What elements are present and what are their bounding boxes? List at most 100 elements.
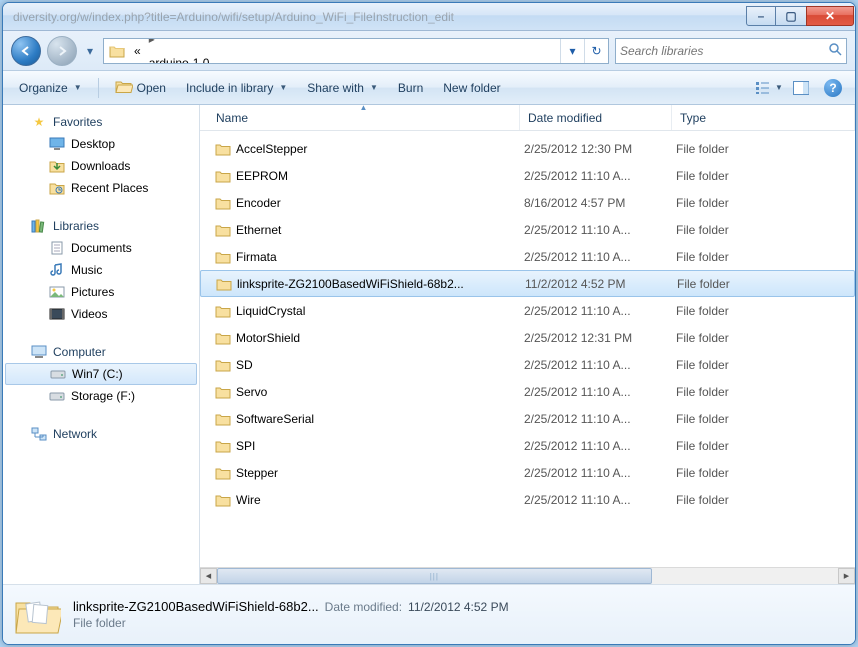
file-row[interactable]: SPI2/25/2012 11:10 A...File folder [200,432,855,459]
forward-button[interactable] [47,36,77,66]
column-name[interactable]: Name ▲ [200,105,520,130]
sidebar-item-storage-f-[interactable]: Storage (F:) [3,385,199,407]
sidebar-item-music[interactable]: Music [3,259,199,281]
file-date: 2/25/2012 11:10 A... [524,493,676,507]
file-row[interactable]: SoftwareSerial2/25/2012 11:10 A...File f… [200,405,855,432]
maximize-button[interactable]: ▢ [776,6,806,26]
close-button[interactable]: ✕ [806,6,854,26]
sidebar-computer[interactable]: Computer [3,341,199,363]
separator [98,78,99,98]
file-row[interactable]: MotorShield2/25/2012 12:31 PMFile folder [200,324,855,351]
column-type[interactable]: Type [672,105,855,130]
new-folder-button[interactable]: New folder [435,77,508,99]
file-type: File folder [676,466,851,480]
file-type: File folder [676,196,851,210]
search-icon[interactable] [828,42,842,59]
breadcrumb-segment[interactable]: arduino-1.0 [145,51,214,64]
details-date-value: 11/2/2012 4:52 PM [408,600,509,614]
address-bar[interactable]: « Win7 (C:)▸ENGSOFT▸arduino-1.0▸librarie… [103,38,609,64]
content-area: Name ▲ Date modified Type AccelStepper2/… [200,105,855,584]
search-box[interactable] [615,38,847,64]
file-date: 2/25/2012 11:10 A... [524,412,676,426]
file-date: 2/25/2012 12:31 PM [524,331,676,345]
file-row[interactable]: AccelStepper2/25/2012 12:30 PMFile folde… [200,135,855,162]
sidebar-item-documents[interactable]: Documents [3,237,199,259]
search-input[interactable] [620,44,828,58]
breadcrumb-overflow[interactable]: « [130,39,145,63]
desktop-icon [49,136,65,152]
file-row[interactable]: LiquidCrystal2/25/2012 11:10 A...File fo… [200,297,855,324]
scroll-right-button[interactable]: ▶ [838,568,855,584]
file-date: 2/25/2012 11:10 A... [524,250,676,264]
sidebar-item-pictures[interactable]: Pictures [3,281,199,303]
address-dropdown[interactable]: ▾ [560,39,584,63]
file-date: 2/25/2012 11:10 A... [524,466,676,480]
file-name: LiquidCrystal [232,304,524,318]
file-list[interactable]: AccelStepper2/25/2012 12:30 PMFile folde… [200,131,855,567]
sidebar-item-videos[interactable]: Videos [3,303,199,325]
file-type: File folder [677,277,850,291]
file-date: 2/25/2012 12:30 PM [524,142,676,156]
scroll-thumb[interactable]: ||| [217,568,652,584]
file-row[interactable]: SD2/25/2012 11:10 A...File folder [200,351,855,378]
view-options-button[interactable]: ▼ [755,76,783,100]
horizontal-scrollbar[interactable]: ◀ ||| ▶ [200,567,855,584]
preview-pane-button[interactable] [787,76,815,100]
folder-icon [204,304,232,318]
file-name: Firmata [232,250,524,264]
file-row[interactable]: Encoder8/16/2012 4:57 PMFile folder [200,189,855,216]
file-row[interactable]: Ethernet2/25/2012 11:10 A...File folder [200,216,855,243]
file-row[interactable]: EEPROM2/25/2012 11:10 A...File folder [200,162,855,189]
minimize-button[interactable]: – [746,6,776,26]
sidebar-item-win7-c-[interactable]: Win7 (C:) [5,363,197,385]
titlebar[interactable]: diversity.org/w/index.php?title=Arduino/… [3,3,855,31]
back-button[interactable] [11,36,41,66]
favorites-icon: ★ [31,114,47,130]
sidebar-network[interactable]: Network [3,423,199,445]
details-type: File folder [73,616,509,630]
file-type: File folder [676,331,851,345]
file-row[interactable]: Stepper2/25/2012 11:10 A...File folder [200,459,855,486]
share-with-button[interactable]: Share with▼ [299,77,386,99]
file-name: SD [232,358,524,372]
file-date: 2/25/2012 11:10 A... [524,304,676,318]
docs-icon [49,240,65,256]
open-button[interactable]: Open [107,74,174,101]
file-row[interactable]: linksprite-ZG2100BasedWiFiShield-68b2...… [200,270,855,297]
vids-icon [49,306,65,322]
file-name: Encoder [232,196,524,210]
navigation-pane[interactable]: ★FavoritesDesktopDownloadsRecent Places L… [3,105,200,584]
sidebar-item-downloads[interactable]: Downloads [3,155,199,177]
file-name: linksprite-ZG2100BasedWiFiShield-68b2... [233,277,525,291]
breadcrumb-chevron-icon[interactable]: ▸ [145,38,214,51]
sidebar-item-desktop[interactable]: Desktop [3,133,199,155]
sidebar-libraries[interactable]: Libraries [3,215,199,237]
folder-icon [204,250,232,264]
organize-button[interactable]: Organize▼ [11,77,90,99]
file-row[interactable]: Wire2/25/2012 11:10 A...File folder [200,486,855,513]
history-dropdown[interactable]: ▾ [83,41,97,61]
refresh-button[interactable]: ↻ [584,39,608,63]
folder-icon [204,439,232,453]
scroll-left-button[interactable]: ◀ [200,568,217,584]
sidebar-item-recent-places[interactable]: Recent Places [3,177,199,199]
open-folder-icon [115,78,133,97]
file-type: File folder [676,250,851,264]
column-date[interactable]: Date modified [520,105,672,130]
file-row[interactable]: Servo2/25/2012 11:10 A...File folder [200,378,855,405]
details-folder-icon [13,594,61,636]
file-type: File folder [676,385,851,399]
folder-icon [204,385,232,399]
include-library-button[interactable]: Include in library▼ [178,77,295,99]
scroll-track[interactable]: ||| [217,568,838,584]
file-type: File folder [676,223,851,237]
folder-icon [204,196,232,210]
help-button[interactable]: ? [819,76,847,100]
file-name: Servo [232,385,524,399]
pics-icon [49,284,65,300]
file-row[interactable]: Firmata2/25/2012 11:10 A...File folder [200,243,855,270]
file-type: File folder [676,304,851,318]
sidebar-favorites[interactable]: ★Favorites [3,111,199,133]
file-type: File folder [676,439,851,453]
burn-button[interactable]: Burn [390,77,431,99]
